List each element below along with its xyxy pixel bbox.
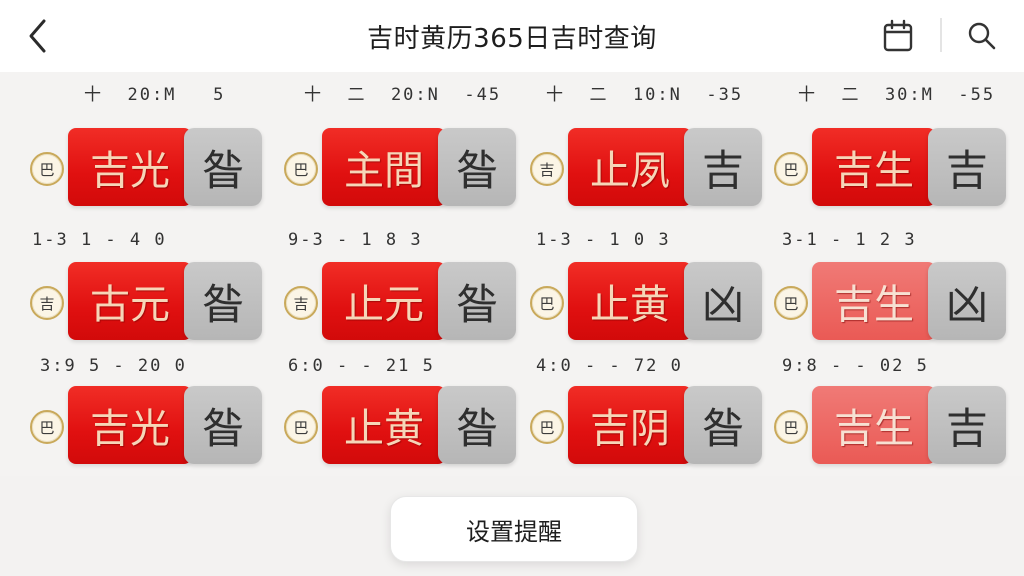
hour-name-tile[interactable]: 吉光 [68,386,192,464]
hour-cell[interactable]: 吉 止元 昝 [284,262,520,342]
hour-cell[interactable]: 巴 止黄 昝 [284,386,520,466]
luck-status-tile[interactable]: 凶 [684,262,762,340]
top-header: 吉时黄历365日吉时查询 [0,0,1024,72]
luck-status-tile[interactable]: 吉 [928,128,1006,206]
luck-status-tile[interactable]: 吉 [684,128,762,206]
hour-cell[interactable]: 巴 主間 昝 [284,128,520,208]
luck-status-tile[interactable]: 昝 [684,386,762,464]
search-icon [968,22,996,50]
luck-status-tile[interactable]: 昝 [438,262,516,340]
page-title: 吉时黄历365日吉时查询 [367,24,657,54]
app-root: 吉时黄历365日吉时查询 十 20:M 5 十 二 20:N -45 十 二 1… [0,0,1024,576]
set-reminder-button[interactable]: 设置提醒 [390,496,638,562]
badge-icon: 巴 [30,152,64,186]
hour-name-tile[interactable]: 止黄 [568,262,692,340]
badge-icon: 巴 [30,410,64,444]
hour-cell[interactable]: 巴 吉生 吉 [774,128,1010,208]
badge-icon: 巴 [774,286,808,320]
time-label: 1-3 1 - 4 0 [32,230,167,250]
luck-status-tile[interactable]: 昝 [184,128,262,206]
hour-name-tile[interactable]: 止元 [322,262,446,340]
time-label: 3:9 5 - 20 0 [40,356,187,376]
badge-icon: 吉 [284,286,318,320]
hour-cell[interactable]: 巴 止黄 凶 [530,262,766,342]
luck-status-tile[interactable]: 昝 [184,262,262,340]
hour-cell[interactable]: 巴 吉生 凶 [774,262,1010,342]
search-button[interactable] [962,16,1002,56]
time-label: 9:8 - - 02 5 [782,356,929,376]
hour-name-tile[interactable]: 止黄 [322,386,446,464]
time-label: 十 二 30:M -55 [798,85,996,105]
time-label: 十 二 10:N -35 [546,85,744,105]
time-label: 4:0 - - 72 0 [536,356,683,376]
luck-status-tile[interactable]: 昝 [438,386,516,464]
badge-icon: 巴 [530,410,564,444]
hour-cell[interactable]: 巴 吉光 昝 [30,128,266,208]
hour-cell[interactable]: 吉 止夙 吉 [530,128,766,208]
badge-icon: 吉 [530,152,564,186]
time-label: 6:0 - - 21 5 [288,356,435,376]
hour-name-tile[interactable]: 吉光 [68,128,192,206]
luck-status-tile[interactable]: 凶 [928,262,1006,340]
luck-status-tile[interactable]: 昝 [438,128,516,206]
hour-cell[interactable]: 吉 古元 昝 [30,262,266,342]
badge-icon: 巴 [284,152,318,186]
hour-name-tile[interactable]: 古元 [68,262,192,340]
time-label: 十 二 20:N -45 [304,85,502,105]
hour-name-tile[interactable]: 吉阴 [568,386,692,464]
time-label: 9-3 - 1 8 3 [288,230,423,250]
time-label: 十 20:M 5 [84,85,226,105]
luck-status-tile[interactable]: 吉 [928,386,1006,464]
badge-icon: 巴 [530,286,564,320]
header-divider [940,18,942,52]
hour-name-tile[interactable]: 吉生 [812,386,936,464]
hour-name-tile[interactable]: 主間 [322,128,446,206]
badge-icon: 吉 [30,286,64,320]
hour-cell[interactable]: 巴 吉阴 昝 [530,386,766,466]
calendar-button[interactable] [878,16,918,56]
badge-icon: 巴 [284,410,318,444]
time-grid: 十 20:M 5 十 二 20:N -45 十 二 10:N -35 十 二 3… [0,72,1024,476]
hour-name-tile[interactable]: 止夙 [568,128,692,206]
calendar-icon [883,19,913,52]
hour-cell[interactable]: 巴 吉生 吉 [774,386,1010,466]
hour-cell[interactable]: 巴 吉光 昝 [30,386,266,466]
badge-icon: 巴 [774,152,808,186]
badge-icon: 巴 [774,410,808,444]
luck-status-tile[interactable]: 昝 [184,386,262,464]
hour-name-tile[interactable]: 吉生 [812,128,936,206]
time-label: 1-3 - 1 0 3 [536,230,671,250]
time-label: 3-1 - 1 2 3 [782,230,917,250]
hour-name-tile[interactable]: 吉生 [812,262,936,340]
bottom-bar: 设置提醒 [0,476,1024,576]
